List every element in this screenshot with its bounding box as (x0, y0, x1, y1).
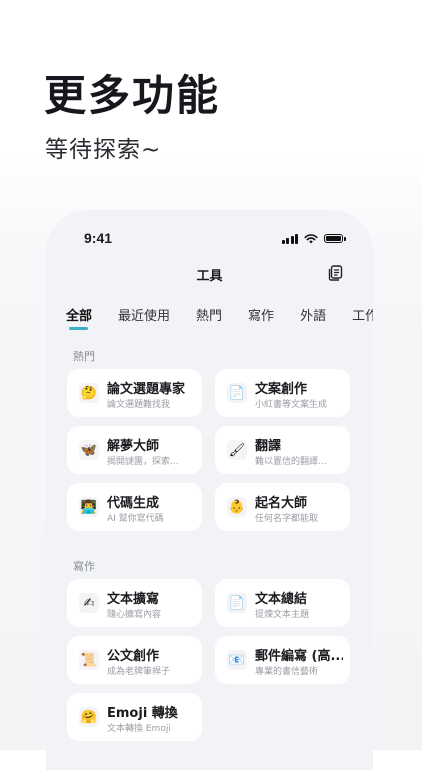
tool-card[interactable]: 📧 郵件編寫 (高... 專業的書信藝術 (215, 636, 350, 684)
scroll-icon: 📜 (79, 650, 99, 670)
tool-card[interactable]: 🖌 翻譯 難以置信的翻譯... (215, 426, 350, 474)
tool-title: 解夢大師 (107, 439, 160, 454)
tool-card[interactable]: 📄 文本總結 提煉文本主題 (215, 579, 350, 627)
tool-title: 文本擴寫 (107, 592, 160, 607)
tab-hot[interactable]: 熱門 (196, 305, 222, 324)
tool-description: 文本轉換 Emoji (107, 724, 171, 734)
hugging-face-icon: 🤗 (79, 707, 99, 727)
document-icon: 📄 (227, 383, 247, 403)
tool-title: 文本總結 (255, 592, 308, 607)
tool-card[interactable]: ✍ 文本擴寫 隨心擴寫內容 (67, 579, 202, 627)
nav-title: 工具 (196, 269, 223, 284)
tab-work[interactable]: 工作 (352, 305, 373, 324)
phone-screen: 9:41 工具 全部 最近使用 熱門 寫作 外語 工作 熱門 🤔 論文選題專家 … (46, 210, 373, 770)
tab-all[interactable]: 全部 (66, 305, 92, 330)
tool-description: 難以置信的翻譯... (255, 457, 327, 467)
tool-card[interactable]: 🦋 解夢大師 揭開謎團，探索... (67, 426, 202, 474)
tab-language[interactable]: 外語 (300, 305, 326, 324)
tool-description: 任何名字都能取 (255, 514, 319, 524)
tool-description: AI 幫你寫代碼 (107, 514, 164, 524)
status-bar: 9:41 (46, 230, 373, 250)
tool-description: 成為老牌筆桿子 (107, 667, 171, 677)
tool-card[interactable]: 🤔 論文選題專家 論文選題難找我 (67, 369, 202, 417)
active-tab-indicator (69, 327, 88, 330)
tool-card[interactable]: 👶 起名大師 任何名字都能取 (215, 483, 350, 531)
tool-title: 代碼生成 (107, 496, 160, 511)
tab-writing[interactable]: 寫作 (248, 305, 274, 324)
section-label-hot: 熱門 (73, 350, 95, 363)
tool-title: 公文創作 (107, 649, 160, 664)
section-label-writing: 寫作 (73, 560, 95, 573)
tool-description: 揭開謎團，探索... (107, 457, 179, 467)
butterfly-icon: 🦋 (79, 440, 99, 460)
baby-icon: 👶 (227, 497, 247, 517)
battery-icon (324, 234, 346, 243)
tool-description: 論文選題難找我 (107, 400, 171, 410)
subheadline: 等待探索~ (45, 137, 162, 163)
tool-title: 起名大師 (255, 496, 308, 511)
wifi-icon (304, 233, 318, 243)
tool-card[interactable]: 👨‍💻 代碼生成 AI 幫你寫代碼 (67, 483, 202, 531)
history-list-icon[interactable] (328, 265, 343, 281)
brush-icon: 🖌 (227, 440, 247, 460)
tool-title: 文案創作 (255, 382, 308, 397)
tab-recent[interactable]: 最近使用 (118, 305, 170, 324)
headline: 更多功能 (44, 71, 221, 120)
tool-card[interactable]: 📄 文案創作 小紅書等文案生成 (215, 369, 350, 417)
tool-title: 翻譯 (255, 439, 282, 454)
tool-title: 論文選題專家 (107, 382, 186, 397)
category-tabs: 全部 最近使用 熱門 寫作 外語 工作 (66, 305, 373, 330)
pen-icon: ✍ (79, 593, 99, 613)
tool-description: 隨心擴寫內容 (107, 610, 162, 620)
tool-card[interactable]: 📜 公文創作 成為老牌筆桿子 (67, 636, 202, 684)
tool-description: 小紅書等文案生成 (255, 400, 328, 410)
tool-title: 郵件編寫 (高... (255, 649, 343, 664)
document-icon: 📄 (227, 593, 247, 613)
technologist-icon: 👨‍💻 (79, 497, 99, 517)
mail-icon: 📧 (227, 650, 247, 670)
tool-card[interactable]: 🤗 Emoji 轉換 文本轉換 Emoji (67, 693, 202, 741)
status-time: 9:41 (84, 230, 113, 246)
signal-icon (281, 233, 298, 244)
tool-description: 專業的書信藝術 (255, 667, 319, 677)
tool-description: 提煉文本主題 (255, 610, 310, 620)
tool-title: Emoji 轉換 (107, 706, 178, 721)
thinking-face-icon: 🤔 (79, 383, 99, 403)
